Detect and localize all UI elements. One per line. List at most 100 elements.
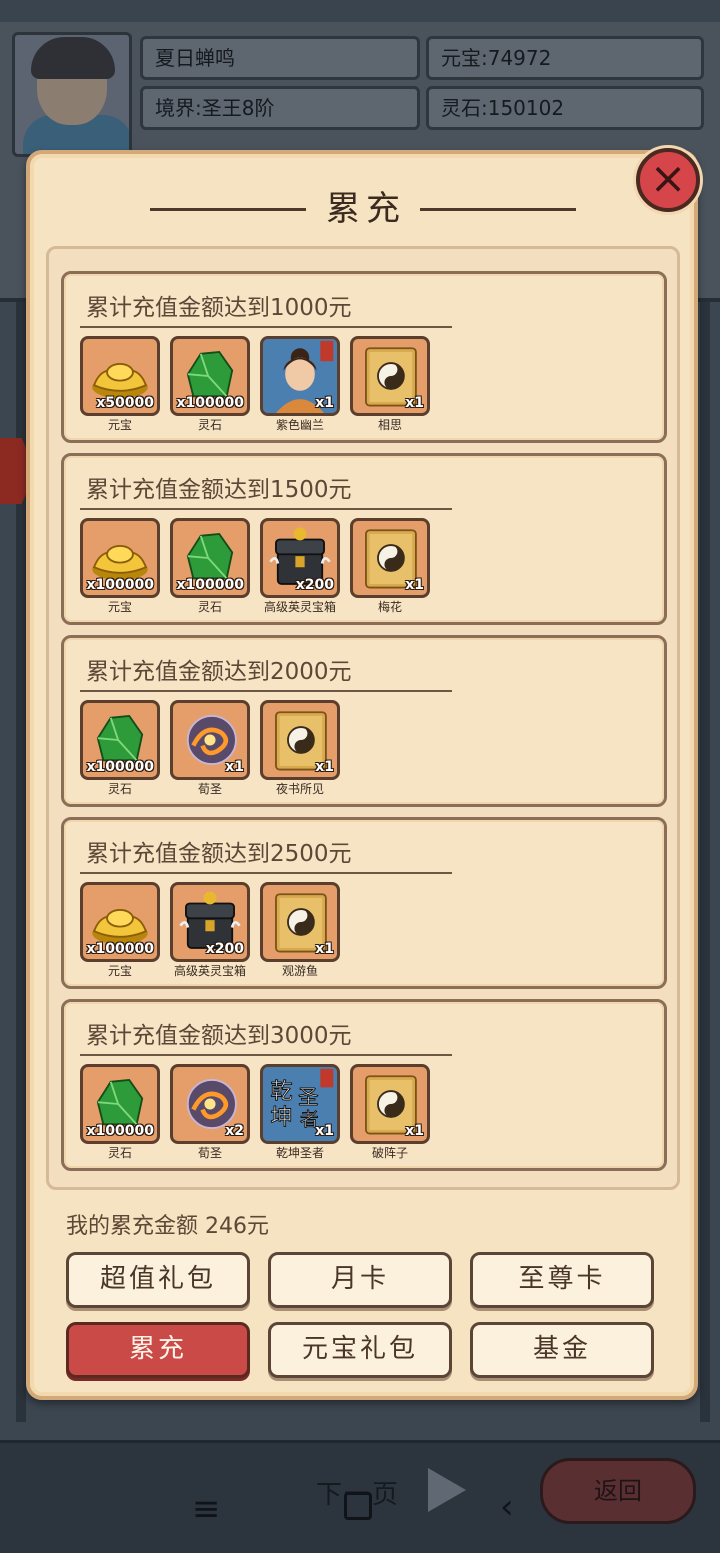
reward-quantity: x2 [225,1123,244,1139]
next-page-arrow-icon[interactable] [428,1468,466,1512]
back-nav-icon[interactable]: ‹ [500,1490,514,1524]
my-recharge-total: 我的累充金额 246元 [66,1214,269,1239]
reward-item-frame[interactable]: x1 [260,336,340,416]
fund-button[interactable]: 基金 [470,1322,654,1378]
reward-tier: 累计充值金额达到1000元 x50000 元宝 x100000 灵石 x1 紫色幽兰 x1 相思 [61,271,667,443]
reward-item[interactable]: x1 破阵子 [350,1064,430,1164]
reward-item-frame[interactable]: x1 [170,700,250,780]
reward-item[interactable]: x100000 元宝 [80,518,160,618]
reward-item-frame[interactable]: x50000 [80,336,160,416]
reward-name: 高级英灵宝箱 [263,600,336,614]
reward-item[interactable]: x50000 元宝 [80,336,160,436]
back-button[interactable]: 返回 [540,1458,696,1524]
reward-item-frame[interactable]: x200 [170,882,250,962]
tier-list[interactable]: 累计充值金额达到1000元 x50000 元宝 x100000 灵石 x1 紫色幽兰 x1 相思… [46,246,680,1190]
lingshi-count: 灵石:150102 [426,86,704,130]
reward-item-frame[interactable]: x100000 [80,1064,160,1144]
reward-item[interactable]: x1 相思 [350,336,430,436]
player-name: 夏日蝉鸣 [140,36,420,80]
tier-title-underline [80,508,452,510]
realm-level: 境界:圣王8阶 [140,86,420,130]
reward-item-frame[interactable]: 乾坤圣者 x1 [260,1064,340,1144]
reward-item[interactable]: x100000 灵石 [170,336,250,436]
reward-quantity: x100000 [86,759,154,775]
tier-title: 累计充值金额达到2000元 [86,659,352,685]
reward-item[interactable]: x200 高级英灵宝箱 [260,518,340,618]
reward-name: 观游鱼 [281,964,318,978]
tier-title-underline [80,872,452,874]
reward-items: x100000 元宝 x100000 灵石 x200 高级英灵宝箱 x1 梅花 [80,518,660,618]
reward-item[interactable]: x100000 灵石 [170,518,250,618]
reward-item-frame[interactable]: x100000 [80,518,160,598]
tier-title-underline [80,1054,452,1056]
reward-item[interactable]: x2 荀圣 [170,1064,250,1164]
reward-item-frame[interactable]: x1 [350,1064,430,1144]
reward-item-frame[interactable]: x1 [350,336,430,416]
reward-quantity: x1 [405,577,424,593]
tier-title: 累计充值金额达到1500元 [86,477,352,503]
reward-name: 高级英灵宝箱 [173,964,246,978]
supreme-card-button[interactable]: 至尊卡 [470,1252,654,1308]
tier-title-underline [80,690,452,692]
reward-name: 灵石 [197,418,222,432]
menu-icon[interactable]: ≡ [192,1492,221,1526]
title-divider-left [150,208,306,211]
reward-tier: 累计充值金额达到2000元 x100000 灵石 x1 荀圣 x1 夜书所见 [61,635,667,807]
modal-title: 累充 [326,189,406,229]
reward-quantity: x1 [405,395,424,411]
close-icon: × [649,153,687,204]
reward-item-frame[interactable]: x1 [260,882,340,962]
reward-quantity: x100000 [86,1123,154,1139]
reward-name: 破阵子 [371,1146,408,1160]
yuanbao-pack-button[interactable]: 元宝礼包 [268,1322,452,1378]
reward-item[interactable]: x100000 元宝 [80,882,160,982]
reward-quantity: x1 [405,1123,424,1139]
reward-item-frame[interactable]: x100000 [170,518,250,598]
reward-quantity: x1 [315,395,334,411]
reward-item[interactable]: x1 观游鱼 [260,882,340,982]
reward-quantity: x1 [315,1123,334,1139]
reward-item[interactable]: x1 荀圣 [170,700,250,800]
value-pack-button[interactable]: 超值礼包 [66,1252,250,1308]
reward-items: x100000 元宝 x200 高级英灵宝箱 x1 观游鱼 [80,882,660,982]
home-icon[interactable] [344,1492,372,1520]
reward-item[interactable]: 乾坤圣者 x1 乾坤圣者 [260,1064,340,1164]
reward-item-frame[interactable]: x100000 [170,336,250,416]
reward-items: x100000 灵石 x2 荀圣乾坤圣者 x1 乾坤圣者 x1 破阵子 [80,1064,660,1164]
reward-name: 夜书所见 [275,782,324,796]
close-button[interactable]: × [636,148,700,212]
tier-title: 累计充值金额达到3000元 [86,1023,352,1049]
reward-item[interactable]: x1 梅花 [350,518,430,618]
reward-quantity: x100000 [176,577,244,593]
tier-title-underline [80,326,452,328]
reward-name: 灵石 [197,600,222,614]
reward-name: 乾坤圣者 [275,1146,324,1160]
reward-quantity: x100000 [86,941,154,957]
reward-item[interactable]: x200 高级英灵宝箱 [170,882,250,982]
reward-quantity: x200 [295,577,334,593]
reward-item-frame[interactable]: x100000 [80,700,160,780]
reward-quantity: x100000 [86,577,154,593]
avatar[interactable] [12,32,132,157]
reward-tier: 累计充值金额达到3000元 x100000 灵石 x2 荀圣乾坤圣者 x1 乾坤圣者 x1 破阵… [61,999,667,1171]
svg-text:乾: 乾 [270,1078,292,1104]
reward-item-frame[interactable]: x2 [170,1064,250,1144]
recharge-modal: 累充 × 累计充值金额达到1000元 x50000 元宝 x100000 灵石 x1 紫色幽… [26,148,700,1400]
title-divider-right [420,208,576,211]
reward-item[interactable]: x100000 灵石 [80,1064,160,1164]
reward-tier: 累计充值金额达到1500元 x100000 元宝 x100000 灵石 x200 高级英灵宝… [61,453,667,625]
reward-item-frame[interactable]: x200 [260,518,340,598]
reward-name: 紫色幽兰 [275,418,324,432]
reward-item-frame[interactable]: x1 [260,700,340,780]
reward-item-frame[interactable]: x100000 [80,882,160,962]
reward-quantity: x200 [205,941,244,957]
reward-item[interactable]: x100000 灵石 [80,700,160,800]
reward-item[interactable]: x1 夜书所见 [260,700,340,800]
reward-name: 荀圣 [197,1146,222,1160]
reward-item-frame[interactable]: x1 [350,518,430,598]
cumulative-recharge-button[interactable]: 累充 [66,1322,250,1378]
yuanbao-count: 元宝:74972 [426,36,704,80]
reward-quantity: x1 [315,941,334,957]
monthly-card-button[interactable]: 月卡 [268,1252,452,1308]
reward-item[interactable]: x1 紫色幽兰 [260,336,340,436]
